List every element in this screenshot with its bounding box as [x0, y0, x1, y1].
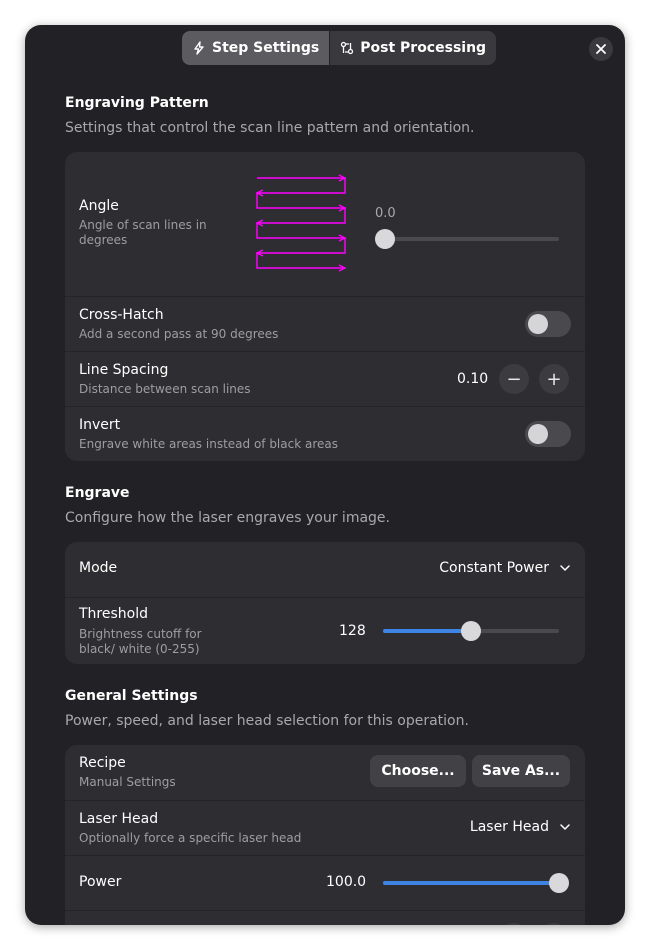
save-recipe-button[interactable]: Save As... [472, 755, 570, 787]
angle-value: 0.0 [375, 206, 396, 221]
laser-head-row: Laser Head Optionally force a specific l… [65, 800, 585, 856]
threshold-row: Threshold Brightness cutoff for black/ w… [65, 597, 585, 664]
tab-post-processing[interactable]: Post Processing [329, 31, 496, 65]
section-description-engrave: Configure how the laser engraves your im… [65, 510, 390, 526]
angle-row: Angle Angle of scan lines in degrees 0.0 [65, 152, 585, 296]
chevron-down-icon [560, 565, 570, 572]
line-spacing-subtitle: Distance between scan lines [79, 382, 251, 396]
cross-hatch-toggle[interactable] [525, 311, 571, 337]
section-description-general-settings: Power, speed, and laser head selection f… [65, 713, 469, 729]
threshold-title: Threshold [79, 606, 148, 622]
invert-subtitle: Engrave white areas instead of black are… [79, 437, 338, 451]
cross-hatch-row: Cross-Hatch Add a second pass at 90 degr… [65, 296, 585, 352]
power-slider-fill [383, 881, 559, 885]
recipe-title: Recipe [79, 755, 126, 771]
close-icon [596, 44, 606, 54]
power-slider[interactable] [383, 873, 569, 893]
decrement-button-partial[interactable] [499, 923, 529, 925]
angle-subtitle: Angle of scan lines in degrees [79, 218, 207, 247]
laser-head-dropdown[interactable]: Laser Head [470, 819, 571, 835]
close-button[interactable] [589, 37, 613, 61]
invert-toggle[interactable] [525, 421, 571, 447]
toggle-knob [528, 314, 548, 334]
decrement-button[interactable]: − [499, 364, 529, 394]
recipe-row: Recipe Manual Settings Choose... Save As… [65, 745, 585, 800]
chevron-down-icon [560, 824, 570, 831]
recipe-subtitle: Manual Settings [79, 775, 176, 789]
engrave-card: Mode Constant Power Threshold Brightness… [65, 542, 585, 664]
minus-icon: − [506, 368, 522, 390]
section-title-engraving-pattern: Engraving Pattern [65, 95, 209, 111]
invert-row: Invert Engrave white areas instead of bl… [65, 406, 585, 461]
general-settings-card: Recipe Manual Settings Choose... Save As… [65, 745, 585, 925]
scan-pattern-preview [255, 174, 347, 272]
section-description-engraving-pattern: Settings that control the scan line patt… [65, 120, 475, 136]
toggle-knob [528, 424, 548, 444]
lightning-icon [194, 41, 204, 55]
increment-button-partial[interactable] [539, 923, 569, 925]
choose-recipe-button[interactable]: Choose... [370, 755, 466, 787]
post-process-icon [341, 41, 354, 55]
line-spacing-value[interactable]: 0.10 [457, 371, 488, 387]
laser-head-value: Laser Head [469, 819, 549, 835]
cross-hatch-title: Cross-Hatch [79, 307, 164, 323]
tab-label: Step Settings [212, 40, 320, 56]
threshold-subtitle: Brightness cutoff for black/ white (0-25… [79, 627, 202, 656]
laser-head-title: Laser Head [79, 811, 159, 827]
threshold-slider-knob[interactable] [461, 621, 482, 641]
mode-row[interactable]: Mode Constant Power [65, 542, 585, 597]
angle-slider[interactable] [375, 229, 559, 249]
step-settings-dialog: Step Settings Post Processing Engraving … [25, 25, 625, 925]
threshold-slider-fill [383, 629, 472, 633]
partial-row [65, 910, 585, 925]
plus-icon: + [546, 368, 562, 390]
angle-slider-knob[interactable] [375, 229, 395, 249]
section-title-engrave: Engrave [65, 485, 130, 501]
view-switcher: Step Settings Post Processing [182, 31, 497, 65]
power-slider-knob[interactable] [549, 873, 569, 893]
threshold-value: 128 [339, 623, 366, 639]
mode-title: Mode [79, 560, 118, 576]
threshold-slider[interactable] [383, 621, 559, 641]
laser-head-subtitle: Optionally force a specific laser head [79, 831, 302, 845]
section-title-general-settings: General Settings [65, 688, 198, 704]
tab-step-settings[interactable]: Step Settings [182, 31, 330, 65]
invert-title: Invert [79, 417, 121, 433]
increment-button[interactable]: + [539, 364, 569, 394]
mode-value: Constant Power [439, 560, 549, 576]
tab-label: Post Processing [360, 40, 487, 56]
power-row: Power 100.0 [65, 855, 585, 911]
line-spacing-row: Line Spacing Distance between scan lines… [65, 351, 585, 407]
mode-dropdown[interactable]: Constant Power [439, 560, 571, 576]
angle-title: Angle [79, 198, 119, 214]
engraving-pattern-card: Angle Angle of scan lines in degrees 0.0 [65, 152, 585, 461]
power-title: Power [79, 874, 122, 890]
power-value: 100.0 [326, 874, 367, 890]
cross-hatch-subtitle: Add a second pass at 90 degrees [79, 327, 279, 341]
line-spacing-title: Line Spacing [79, 362, 169, 378]
